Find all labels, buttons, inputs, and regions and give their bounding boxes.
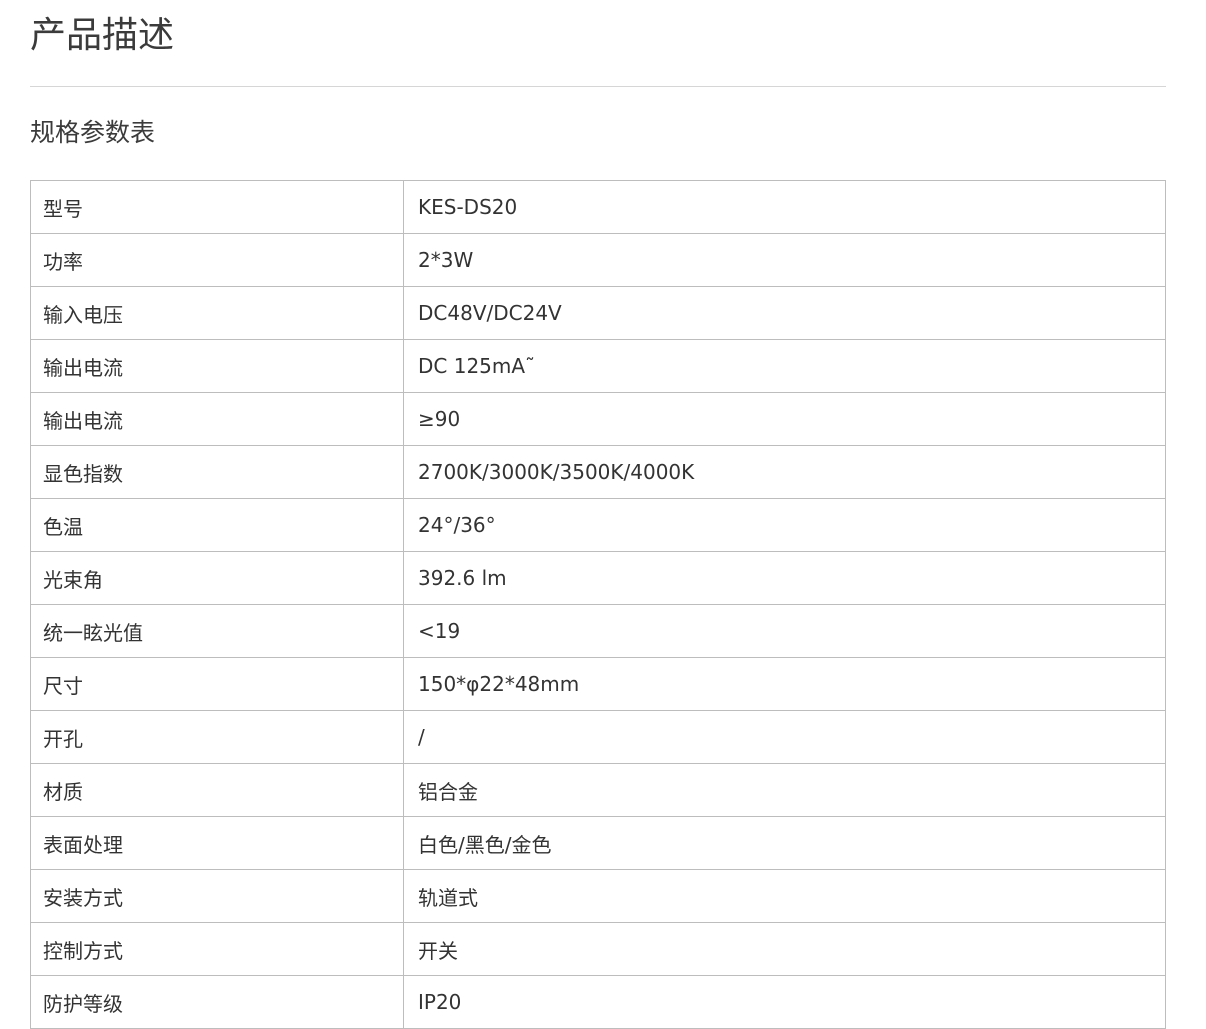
table-row: 输出电流 DC 125mA˜	[30, 339, 1166, 393]
table-row: 光束角 392.6 lm	[30, 551, 1166, 605]
spec-label-cell: 输入电压	[30, 286, 404, 340]
spec-value-cell: 开关	[403, 922, 1166, 976]
spec-label-cell: 表面处理	[30, 816, 404, 870]
spec-label-cell: 显色指数	[30, 445, 404, 499]
spec-value-cell: 150*φ22*48mm	[403, 657, 1166, 711]
spec-value-cell: DC 125mA˜	[403, 339, 1166, 393]
spec-label-cell: 开孔	[30, 710, 404, 764]
spec-label-cell: 输出电流	[30, 392, 404, 446]
spec-value-cell: 白色/黑色/金色	[403, 816, 1166, 870]
table-row: 输出电流 ≥90	[30, 392, 1166, 446]
spec-label-cell: 尺寸	[30, 657, 404, 711]
spec-label-cell: 输出电流	[30, 339, 404, 393]
spec-value-cell: 2700K/3000K/3500K/4000K	[403, 445, 1166, 499]
table-row: 型号 KES-DS20	[30, 180, 1166, 234]
spec-label-cell: 光束角	[30, 551, 404, 605]
spec-label-cell: 功率	[30, 233, 404, 287]
spec-label-cell: 材质	[30, 763, 404, 817]
spec-table-body: 型号 KES-DS20 功率 2*3W 输入电压 DC48V/DC24V 输出电流 DC 12…	[30, 180, 1166, 1029]
spec-value-cell: IP20	[403, 975, 1166, 1029]
spec-value-cell: /	[403, 710, 1166, 764]
table-row: 表面处理 白色/黑色/金色	[30, 816, 1166, 870]
table-row: 材质 铝合金	[30, 763, 1166, 817]
page-title: 产品描述	[30, 15, 175, 56]
spec-value-cell: 轨道式	[403, 869, 1166, 923]
spec-label-cell: 型号	[30, 180, 404, 234]
table-row: 开孔 /	[30, 710, 1166, 764]
spec-label-cell: 防护等级	[30, 975, 404, 1029]
table-row: 防护等级 IP20	[30, 975, 1166, 1029]
spec-value-cell: 2*3W	[403, 233, 1166, 287]
table-row: 色温 24°/36°	[30, 498, 1166, 552]
spec-value-cell: ≥90	[403, 392, 1166, 446]
spec-label-cell: 统一眩光值	[30, 604, 404, 658]
table-row: 功率 2*3W	[30, 233, 1166, 287]
table-row: 输入电压 DC48V/DC24V	[30, 286, 1166, 340]
table-row: 显色指数 2700K/3000K/3500K/4000K	[30, 445, 1166, 499]
table-row: 控制方式 开关	[30, 922, 1166, 976]
table-row: 统一眩光值 <19	[30, 604, 1166, 658]
spec-label-cell: 色温	[30, 498, 404, 552]
spec-value-cell: 392.6 lm	[403, 551, 1166, 605]
spec-value-cell: KES-DS20	[403, 180, 1166, 234]
spec-label-cell: 安装方式	[30, 869, 404, 923]
title-divider	[30, 86, 1166, 87]
table-row: 尺寸 150*φ22*48mm	[30, 657, 1166, 711]
table-row: 安装方式 轨道式	[30, 869, 1166, 923]
spec-table: 型号 KES-DS20 功率 2*3W 输入电压 DC48V/DC24V 输出电流 DC 12…	[30, 180, 1166, 1029]
spec-value-cell: 24°/36°	[403, 498, 1166, 552]
spec-label-cell: 控制方式	[30, 922, 404, 976]
section-title: 规格参数表	[30, 118, 156, 147]
spec-value-cell: 铝合金	[403, 763, 1166, 817]
spec-value-cell: <19	[403, 604, 1166, 658]
spec-value-cell: DC48V/DC24V	[403, 286, 1166, 340]
